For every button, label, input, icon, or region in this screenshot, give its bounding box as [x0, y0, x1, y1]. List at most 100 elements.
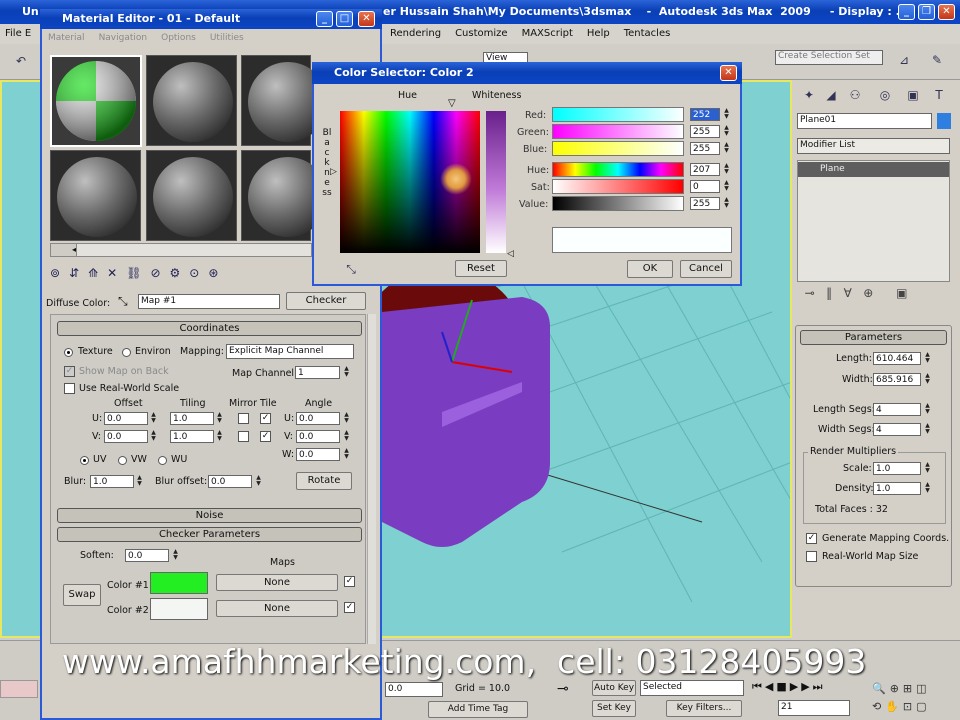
set-key-button[interactable]: Set Key — [592, 700, 636, 717]
menu-rendering[interactable]: Rendering — [390, 28, 441, 39]
blur-offset-spinner[interactable]: ▲ ▼ — [255, 475, 262, 488]
cancel-button[interactable]: Cancel — [680, 260, 732, 278]
sat-spinner[interactable]: ▲ ▼ — [723, 180, 730, 193]
sample-slot-4[interactable] — [50, 150, 141, 241]
uv-radio[interactable] — [80, 456, 89, 465]
color1-map-checkbox[interactable]: ✓ — [344, 576, 355, 587]
w-angle-spinner[interactable]: ▲ ▼ — [343, 448, 350, 461]
soften-field[interactable]: 0.0 — [125, 549, 169, 562]
eyedropper-icon[interactable]: ⤡ — [342, 260, 360, 278]
add-time-tag-button[interactable]: Add Time Tag — [428, 701, 528, 718]
me-menu-utilities[interactable]: Utilities — [210, 33, 244, 43]
v-angle-spinner[interactable]: ▲ ▼ — [343, 430, 350, 443]
sample-slots-scrollbar[interactable]: ◂ — [50, 243, 312, 257]
maxscript-mini-listener[interactable] — [0, 680, 38, 698]
red-spinner[interactable]: ▲ ▼ — [723, 108, 730, 121]
me-minimize-button[interactable]: _ — [316, 11, 333, 27]
noise-rollout-header[interactable]: Noise — [57, 508, 362, 523]
color2-map-checkbox[interactable]: ✓ — [344, 602, 355, 613]
selection-set-dropdown[interactable]: Create Selection Set — [775, 50, 883, 65]
me-close-button[interactable]: ✕ — [358, 11, 375, 27]
sample-slot-6[interactable] — [241, 150, 328, 241]
sample-slot-5[interactable] — [146, 150, 237, 241]
pick-material-icon[interactable]: ⤡ — [118, 295, 128, 307]
v-offset-field[interactable]: 0.0 — [104, 430, 148, 443]
restore-button[interactable]: ❐ — [918, 4, 935, 20]
width-segs-field[interactable]: 4 — [873, 423, 921, 436]
playback-controls[interactable]: ⏮◀■▶▶⏭ — [752, 680, 867, 696]
auto-key-button[interactable]: Auto Key — [592, 680, 636, 696]
color1-swatch[interactable] — [150, 572, 208, 594]
hue-bar[interactable] — [552, 162, 684, 177]
parameters-header[interactable]: Parameters — [800, 330, 947, 345]
modifier-list-dropdown[interactable]: Modifier List — [797, 138, 950, 154]
sample-slot-2[interactable] — [146, 55, 237, 146]
texture-radio[interactable] — [64, 348, 73, 357]
value-field[interactable]: 255 — [690, 197, 720, 210]
sample-slot-active[interactable] — [50, 55, 142, 147]
u-offset-spinner[interactable]: ▲ ▼ — [150, 412, 157, 425]
whiteness-bar[interactable] — [486, 111, 506, 253]
environ-radio[interactable] — [122, 348, 131, 357]
u-tiling-field[interactable]: 1.0 — [170, 412, 214, 425]
stack-item-plane[interactable]: Plane — [798, 162, 949, 177]
width-field[interactable]: 685.916 — [873, 373, 921, 386]
length-spinner[interactable]: ▲ ▼ — [924, 352, 931, 365]
sat-bar[interactable] — [552, 179, 684, 194]
map-channel-spinner[interactable]: ▲ ▼ — [343, 366, 350, 379]
minimize-button[interactable]: _ — [898, 4, 915, 20]
u-tiling-spinner[interactable]: ▲ ▼ — [216, 412, 223, 425]
object-name-field[interactable]: Plane01 — [797, 113, 932, 129]
value-bar[interactable] — [552, 196, 684, 211]
value-spinner[interactable]: ▲ ▼ — [723, 197, 730, 210]
red-field[interactable]: 252 — [690, 108, 720, 121]
density-field[interactable]: 1.0 — [873, 482, 921, 495]
coord-field[interactable]: 0.0 — [385, 682, 443, 697]
width-spinner[interactable]: ▲ ▼ — [924, 373, 931, 386]
map-name-field[interactable]: Map #1 — [138, 294, 280, 309]
swap-button[interactable]: Swap — [63, 584, 101, 606]
blue-field[interactable]: 255 — [690, 142, 720, 155]
me-menu-options[interactable]: Options — [161, 33, 196, 43]
v-tile-checkbox[interactable]: ✓ — [260, 431, 271, 442]
align-icon[interactable]: ✎ — [928, 51, 946, 69]
menu-maxscript[interactable]: MAXScript — [522, 28, 573, 39]
undo-icon[interactable]: ↶ — [12, 52, 30, 70]
hue-field[interactable]: 207 — [690, 163, 720, 176]
me-maximize-button[interactable]: □ — [336, 11, 353, 27]
w-angle-field[interactable]: 0.0 — [296, 448, 340, 461]
object-color-swatch[interactable] — [937, 113, 951, 129]
v-offset-spinner[interactable]: ▲ ▼ — [150, 430, 157, 443]
u-angle-field[interactable]: 0.0 — [296, 412, 340, 425]
color1-map-button[interactable]: None — [216, 574, 338, 591]
length-segs-spinner[interactable]: ▲ ▼ — [924, 403, 931, 416]
menu-customize[interactable]: Customize — [455, 28, 508, 39]
me-menu-navigation[interactable]: Navigation — [99, 33, 148, 43]
density-spinner[interactable]: ▲ ▼ — [924, 482, 931, 495]
sample-slot-3[interactable] — [241, 55, 328, 146]
color2-swatch[interactable] — [150, 598, 208, 620]
v-angle-field[interactable]: 0.0 — [296, 430, 340, 443]
u-mirror-checkbox[interactable] — [238, 413, 249, 424]
length-segs-field[interactable]: 4 — [873, 403, 921, 416]
blue-spinner[interactable]: ▲ ▼ — [723, 142, 730, 155]
real-world-checkbox[interactable] — [806, 551, 817, 562]
wu-radio[interactable] — [158, 456, 167, 465]
frame-field[interactable]: 21 — [778, 700, 850, 716]
hue-pointer-icon[interactable]: ▽ — [448, 98, 456, 110]
me-menu-material[interactable]: Material — [48, 33, 85, 43]
u-tile-checkbox[interactable]: ✓ — [260, 413, 271, 424]
green-bar[interactable] — [552, 124, 684, 139]
sat-field[interactable]: 0 — [690, 180, 720, 193]
width-segs-spinner[interactable]: ▲ ▼ — [924, 423, 931, 436]
me-scrollbar[interactable] — [367, 314, 376, 644]
mirror-icon[interactable]: ⊿ — [895, 51, 913, 69]
blackness-pointer-icon[interactable]: ▷ — [330, 166, 337, 178]
vw-radio[interactable] — [118, 456, 127, 465]
show-map-checkbox[interactable]: ✓ — [64, 366, 75, 377]
scale-field[interactable]: 1.0 — [873, 462, 921, 475]
v-tiling-spinner[interactable]: ▲ ▼ — [216, 430, 223, 443]
create-tab-icon[interactable]: ✦ — [800, 86, 818, 104]
use-real-world-checkbox[interactable] — [64, 383, 75, 394]
gen-mapping-checkbox[interactable]: ✓ — [806, 533, 817, 544]
